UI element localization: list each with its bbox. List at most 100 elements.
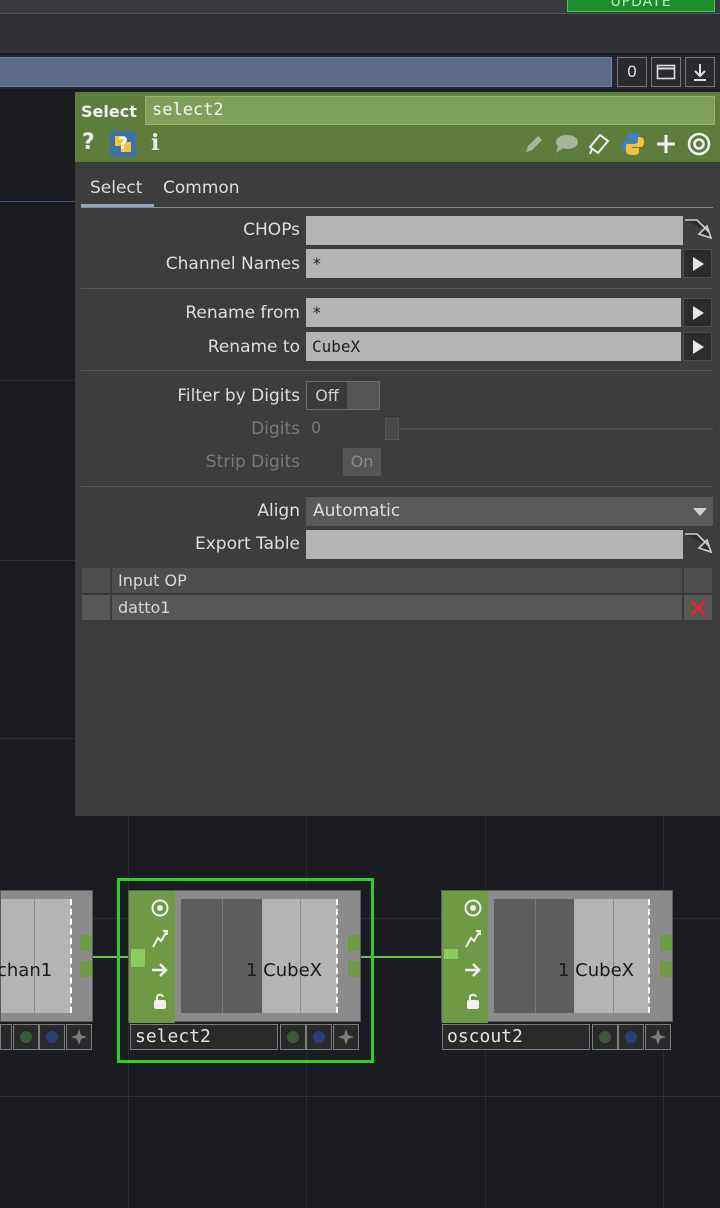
comment-icon[interactable] <box>553 131 579 157</box>
node-oscout2-bypass-flag[interactable] <box>592 1024 618 1050</box>
node-select2-viewer-flag[interactable] <box>333 1024 359 1050</box>
play-arrow-icon <box>692 256 704 271</box>
rename-to-label: Rename to <box>207 337 300 357</box>
operator-name-field[interactable]: select2 <box>145 96 715 125</box>
align-dropdown[interactable]: Automatic <box>306 497 713 526</box>
sparkle-icon <box>71 1029 87 1045</box>
node-chan1-display-flag[interactable] <box>39 1024 65 1050</box>
lightning-icon <box>152 930 168 948</box>
rename-to-field[interactable]: CubeX <box>306 332 681 361</box>
path-field[interactable] <box>0 57 612 87</box>
node-chan1[interactable]: chan1 <box>0 890 93 1022</box>
node-export-toggle[interactable] <box>461 957 485 983</box>
download-button[interactable] <box>685 57 715 87</box>
chops-label: CHOPs <box>243 220 300 240</box>
drop-arrow-icon <box>685 219 713 240</box>
window-icon <box>656 64 676 80</box>
lock-icon <box>154 993 166 1009</box>
channel-names-menu-button[interactable] <box>683 249 712 278</box>
node-viewer-toggle[interactable] <box>461 895 485 921</box>
node-oscout2-label: 1 CubeX <box>558 960 634 981</box>
node-oscout2-name-box[interactable]: oscout2 <box>442 1024 590 1050</box>
tab-divider <box>81 207 713 208</box>
digits-label: Digits <box>251 419 300 439</box>
export-table-drop-target[interactable] <box>683 530 713 559</box>
sparkle-icon <box>338 1029 354 1045</box>
node-chan1-bypass-flag[interactable] <box>13 1024 39 1050</box>
play-arrow-icon <box>692 305 704 320</box>
close-icon <box>689 599 707 616</box>
pencil-icon[interactable] <box>521 131 547 157</box>
filter-by-digits-value[interactable]: Off <box>307 382 347 409</box>
node-select2-display-flag[interactable] <box>306 1024 332 1050</box>
node-select2-name-box[interactable]: select2 <box>130 1024 278 1050</box>
output-connector[interactable] <box>660 935 672 951</box>
operator-type-label: Select <box>81 102 137 121</box>
export-table-field[interactable] <box>306 530 683 559</box>
play-arrow-icon <box>692 339 704 354</box>
node-cook-toggle[interactable] <box>461 926 485 952</box>
node-lock-toggle[interactable] <box>461 988 485 1014</box>
output-connector[interactable] <box>80 961 92 977</box>
node-select2-label: 1 CubeX <box>246 960 322 981</box>
chops-field[interactable] <box>306 216 683 245</box>
output-connector[interactable] <box>348 935 360 951</box>
target-icon <box>464 899 482 917</box>
node-select2-bypass-flag[interactable] <box>280 1024 306 1050</box>
grid-line <box>0 1096 720 1097</box>
rename-from-menu-button[interactable] <box>683 298 712 327</box>
filter-by-digits-label: Filter by Digits <box>177 386 300 406</box>
node-oscout2-display-flag[interactable] <box>618 1024 644 1050</box>
strip-digits-label: Strip Digits <box>205 452 300 472</box>
output-connector[interactable] <box>80 935 92 951</box>
toolbar-row <box>0 14 720 54</box>
grid-line <box>0 738 75 739</box>
node-lock-toggle[interactable] <box>148 988 172 1014</box>
node-export-toggle[interactable] <box>148 957 172 983</box>
viewer-icon[interactable] <box>686 131 712 157</box>
section-divider <box>81 288 713 289</box>
table-row-delete-button[interactable] <box>683 594 713 621</box>
grid-line <box>0 380 75 381</box>
input-connector[interactable] <box>444 949 458 959</box>
lightning-icon <box>465 930 481 948</box>
node-oscout2-viewer-flag[interactable] <box>645 1024 671 1050</box>
channel-names-field[interactable]: * <box>306 249 681 278</box>
rename-from-field[interactable]: * <box>306 298 681 327</box>
svg-text:?: ? <box>118 134 128 154</box>
rename-from-label: Rename from <box>185 303 300 323</box>
python-icon[interactable] <box>620 131 646 157</box>
info-icon[interactable]: i <box>151 130 159 156</box>
table-row-handle[interactable] <box>81 594 111 621</box>
arrow-right-icon <box>465 963 481 977</box>
node-viewer-toggle[interactable] <box>148 895 172 921</box>
export-table-label: Export Table <box>194 534 300 554</box>
table-row-input-op[interactable]: datto1 <box>111 594 683 621</box>
chops-drop-target[interactable] <box>683 216 713 245</box>
node-chan1-name-box[interactable] <box>0 1024 12 1050</box>
drop-arrow-icon <box>685 533 713 554</box>
section-divider <box>81 486 713 487</box>
help-icon[interactable]: ? <box>82 130 95 155</box>
grid-line <box>0 201 75 202</box>
zero-button[interactable]: 0 <box>617 57 647 87</box>
python-help-icon[interactable]: ? <box>109 130 137 158</box>
update-button[interactable]: UPDATE <box>567 0 715 12</box>
download-icon <box>694 64 706 81</box>
strip-digits-toggle: On <box>343 448 381 476</box>
table-header-action-cell <box>683 567 713 594</box>
clipboard-icon[interactable] <box>586 131 612 157</box>
tab-common[interactable]: Common <box>163 178 240 198</box>
input-connector[interactable] <box>131 949 145 967</box>
node-chan1-viewer-flag[interactable] <box>66 1024 92 1050</box>
tab-select[interactable]: Select <box>90 178 142 198</box>
output-connector[interactable] <box>348 961 360 977</box>
add-icon[interactable] <box>653 131 679 157</box>
window-button[interactable] <box>651 57 681 87</box>
output-connector[interactable] <box>660 961 672 977</box>
channel-names-label: Channel Names <box>165 254 300 274</box>
rename-to-menu-button[interactable] <box>683 332 712 361</box>
table-corner-cell <box>81 567 111 594</box>
target-icon <box>151 899 169 917</box>
node-cook-toggle[interactable] <box>148 926 172 952</box>
